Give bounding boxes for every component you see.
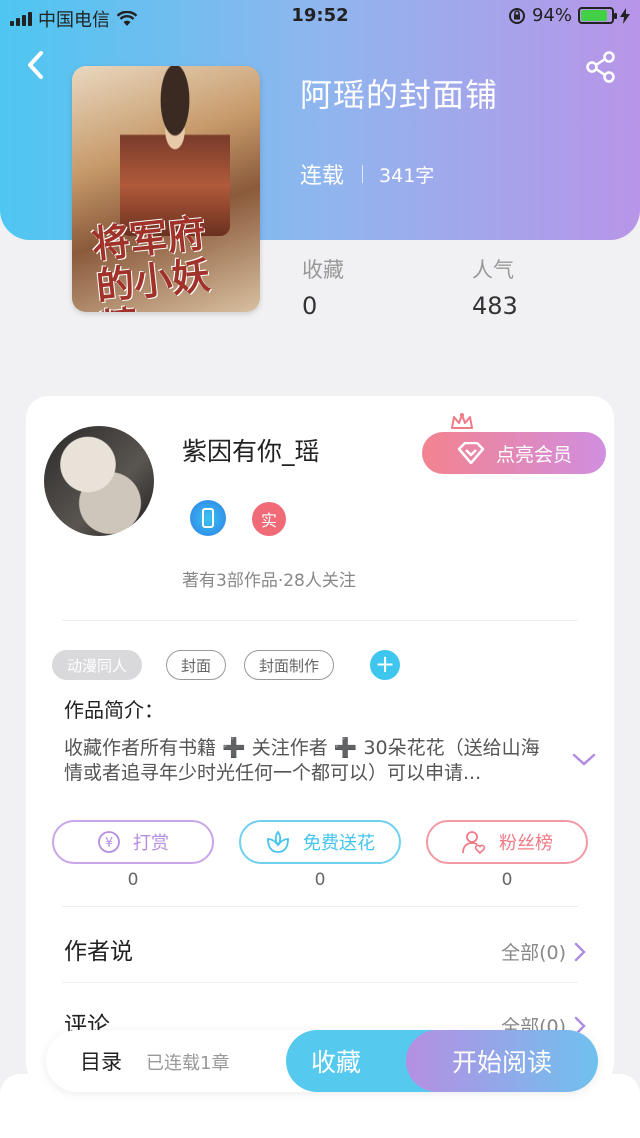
tip-button[interactable]: ¥ 打赏 [52,820,214,864]
author-name[interactable]: 紫因有你_瑶 [182,432,320,468]
stat-value: 0 [302,292,318,320]
bottom-action-bar: 目录 已连载1章 收藏 开始阅读 [46,1030,598,1092]
divider [62,982,578,983]
diamond-icon [457,442,485,464]
send-flower-button[interactable]: 免费送花 [239,820,401,864]
tag-item[interactable]: 动漫同人 [52,650,143,680]
fan-count: 0 [501,870,513,890]
stat-value: 483 [472,292,518,320]
tip-count: 0 [127,870,139,890]
divider [62,620,578,621]
back-button[interactable] [22,48,52,82]
stat-label: 人气 [472,258,514,282]
author-avatar[interactable] [44,426,154,536]
real-name-badge: 实 [252,502,286,536]
author-meta: 著有3部作品·28人关注 [182,571,356,591]
flower-label: 免费送花 [303,833,375,854]
stat-popularity: 人气 483 [472,254,518,320]
book-detail-card: 紫因有你_瑶 点亮会员 实 著有3部作品·28人关注 动漫同人 封面 封面制作 … [26,396,614,1086]
intro-title: 作品简介： [64,698,164,722]
tag-item[interactable]: 封面制作 [244,650,335,680]
start-reading-button[interactable]: 开始阅读 [406,1030,598,1092]
more-label: 全部(0) [501,942,566,964]
fan-ranking-button[interactable]: 粉丝榜 [426,820,588,864]
tip-label: 打赏 [133,833,169,854]
orientation-lock-icon [508,7,525,24]
chevron-down-icon[interactable] [572,752,596,768]
book-status-row: 连载 341字 [300,158,434,190]
user-heart-icon [462,831,486,855]
charging-icon [620,7,630,24]
book-cover[interactable]: 将军府的小妖精 [72,66,260,312]
stat-collect: 收藏 0 [302,254,344,320]
vip-label: 点亮会员 [495,443,572,466]
divider [62,906,578,907]
vip-button[interactable]: 点亮会员 [422,432,606,474]
flower-count: 0 [314,870,326,890]
battery-icon [578,7,617,24]
word-count: 341字 [379,164,435,187]
chevron-right-icon [574,942,586,961]
chapter-count: 已连载1章 [146,1053,230,1074]
battery-percent: 94% [531,5,572,26]
serial-status: 连载 [300,164,345,189]
author-says-title: 作者说 [64,939,133,965]
book-title: 阿瑶的封面铺 [300,76,499,114]
crown-icon [451,413,473,429]
stat-label: 收藏 [302,258,344,282]
phone-verified-badge [190,500,226,536]
svg-text:¥: ¥ [105,836,113,851]
chevron-left-icon [28,51,43,79]
intro-text: 收藏作者所有书籍 ➕ 关注作者 ➕ 30朵花花（送给山海情或者追寻年少时光任何一… [64,737,540,784]
status-divider [362,165,364,183]
author-says-more[interactable]: 全部(0) [501,938,586,965]
share-icon [586,51,615,83]
yen-coin-icon: ¥ [98,831,120,853]
add-tag-button[interactable]: + [370,650,400,680]
share-button[interactable] [584,50,618,84]
read-label: 开始阅读 [451,1048,552,1077]
toc-button[interactable]: 目录 [80,1046,122,1076]
phone-icon [202,508,214,528]
cover-title-art: 将军府的小妖精 [89,210,213,312]
flower-icon [267,830,289,853]
tag-item[interactable]: 封面 [166,650,227,680]
fan-ranking-label: 粉丝榜 [499,833,553,854]
status-bar: 中国电信 19:52 94% [0,0,640,34]
collect-label: 收藏 [310,1048,361,1077]
